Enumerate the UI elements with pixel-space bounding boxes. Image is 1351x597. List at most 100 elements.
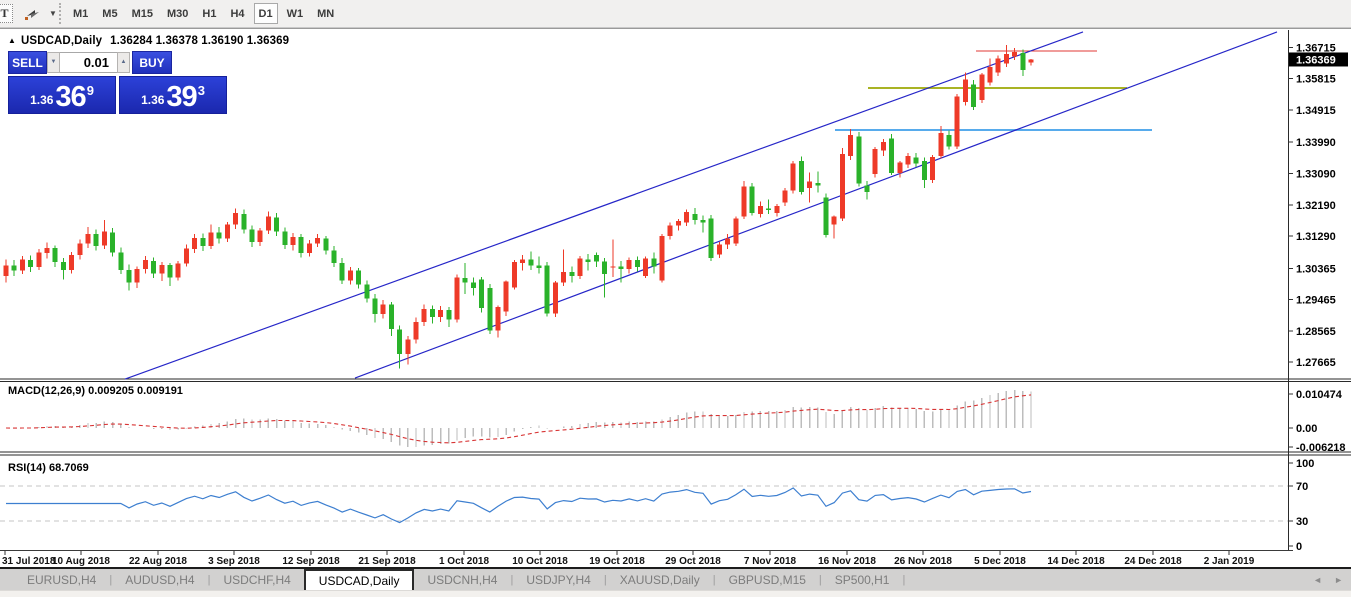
timeframe-button-h1[interactable]: H1 [197, 3, 221, 24]
macd-indicator-label: MACD(12,26,9) 0.009205 0.009191 [8, 385, 183, 397]
candle-body [159, 265, 165, 274]
candle-body [708, 218, 714, 259]
sell-price-big: 36 [55, 81, 86, 113]
date-axis-label: 22 Aug 2018 [129, 556, 187, 567]
candle-body [167, 265, 173, 278]
current-price-label: 1.36369 [1296, 54, 1336, 66]
chart-tab-audusd[interactable]: AUDUSD,H4 [112, 569, 207, 590]
text-tool-icon[interactable]: T [0, 4, 13, 23]
chart-tab-usdcnh[interactable]: USDCNH,H4 [414, 569, 510, 590]
timeframe-button-h4[interactable]: H4 [225, 3, 249, 24]
candle-body [134, 268, 140, 283]
candle-body [298, 237, 304, 253]
candle-body [413, 322, 419, 340]
buy-price-box[interactable]: 1.36 39 3 [119, 76, 227, 114]
chart-tab-usdchf[interactable]: USDCHF,H4 [210, 569, 303, 590]
cursor-arrows-icon[interactable] [20, 4, 46, 23]
candle-body [372, 298, 378, 315]
price-axis-label: 1.29465 [1296, 295, 1336, 307]
candle-body [487, 287, 493, 331]
candle-body [290, 237, 296, 245]
price-axis-label: 1.31290 [1296, 231, 1336, 243]
sell-price-pip: 9 [86, 83, 94, 98]
chart-tab-usdcad[interactable]: USDCAD,Daily [303, 569, 415, 590]
volume-decrease-button[interactable]: ▼ [47, 52, 60, 73]
candle-body [306, 243, 312, 253]
candle-body [356, 270, 362, 285]
candle-body [257, 230, 263, 243]
macd-axis-label: 0.010474 [1296, 389, 1343, 401]
candle-body [282, 231, 288, 245]
top-toolbar: T ▼ M1 M5 M15 M30 H1 H4 D1 W1 MN [0, 0, 1351, 28]
candle-body [552, 282, 558, 314]
candle-body [331, 250, 337, 263]
candle-body [930, 157, 936, 181]
candle-body [675, 221, 681, 226]
volume-input[interactable] [60, 52, 117, 73]
candle-body [757, 206, 763, 215]
candle-body [183, 248, 189, 264]
candle-body [954, 96, 960, 147]
timeframe-button-m30[interactable]: M30 [162, 3, 193, 24]
rsi-axis-label: 30 [1296, 516, 1308, 528]
candle-body [208, 232, 214, 247]
collapse-triangle-icon[interactable]: ▲ [8, 36, 16, 45]
sell-price-box[interactable]: 1.36 36 9 [8, 76, 116, 114]
candle-body [44, 247, 50, 254]
buy-price-prefix: 1.36 [141, 93, 165, 107]
candle-body [536, 265, 542, 268]
candle-body [921, 161, 927, 181]
candle-body [995, 58, 1001, 73]
timeframe-button-mn[interactable]: MN [312, 3, 339, 24]
candle-body [93, 234, 99, 247]
volume-increase-button[interactable]: ▲ [117, 52, 130, 73]
chart-tab-usdjpy[interactable]: USDJPY,H4 [513, 569, 603, 590]
candle-body [684, 212, 690, 223]
price-axis-label: 1.33090 [1296, 169, 1336, 181]
toolbar-dropdown-caret[interactable]: ▼ [47, 4, 59, 23]
candle-body [520, 259, 526, 263]
candle-body [577, 258, 583, 277]
candle-body [495, 307, 501, 331]
chart-tab-xauusd[interactable]: XAUUSD,Daily [607, 569, 713, 590]
candle-body [659, 235, 665, 281]
candle-body [889, 138, 895, 174]
candle-body [151, 260, 157, 274]
candle-body [643, 258, 649, 276]
chart-tab-eurusd[interactable]: EURUSD,H4 [14, 569, 109, 590]
candle-body [101, 231, 107, 246]
buy-button[interactable]: BUY [132, 51, 172, 74]
price-axis-label: 1.30365 [1296, 263, 1336, 275]
candle-body [85, 234, 91, 244]
chart-tab-gbpusd[interactable]: GBPUSD,M15 [716, 569, 819, 590]
channel-upper-trendline[interactable] [124, 31, 1084, 380]
tab-separator: | [902, 573, 906, 586]
tab-scroll-left-icon[interactable]: ◄ [1313, 575, 1322, 585]
candle-body [315, 237, 321, 244]
timeframe-button-m15[interactable]: M15 [127, 3, 158, 24]
candle-body [946, 134, 952, 147]
candle-body [323, 238, 329, 251]
channel-lower-trendline[interactable] [354, 31, 1278, 379]
candle-body [126, 269, 132, 283]
candle-body [175, 263, 181, 278]
timeframe-button-m1[interactable]: M1 [68, 3, 93, 24]
candle-body [249, 229, 255, 243]
candle-body [569, 271, 575, 277]
candle-body [528, 259, 534, 266]
macd-signal-line [5, 394, 1032, 444]
macd-axis-label: -0.006218 [1296, 442, 1346, 454]
date-axis-label: 5 Dec 2018 [974, 556, 1026, 567]
timeframe-button-w1[interactable]: W1 [282, 3, 309, 24]
sell-button[interactable]: SELL [8, 51, 47, 74]
timeframe-button-m5[interactable]: M5 [97, 3, 122, 24]
timeframe-button-d1[interactable]: D1 [253, 3, 278, 24]
buy-price-pip: 3 [197, 83, 205, 98]
tab-scroll-right-icon[interactable]: ► [1334, 575, 1343, 585]
chart-tab-sp500[interactable]: SP500,H1 [822, 569, 903, 590]
candle-body [233, 212, 239, 225]
sell-price-prefix: 1.36 [30, 93, 54, 107]
chart-symbol-label: USDCAD,Daily [21, 35, 103, 47]
candle-body [1020, 52, 1026, 71]
candle-body [700, 219, 706, 223]
